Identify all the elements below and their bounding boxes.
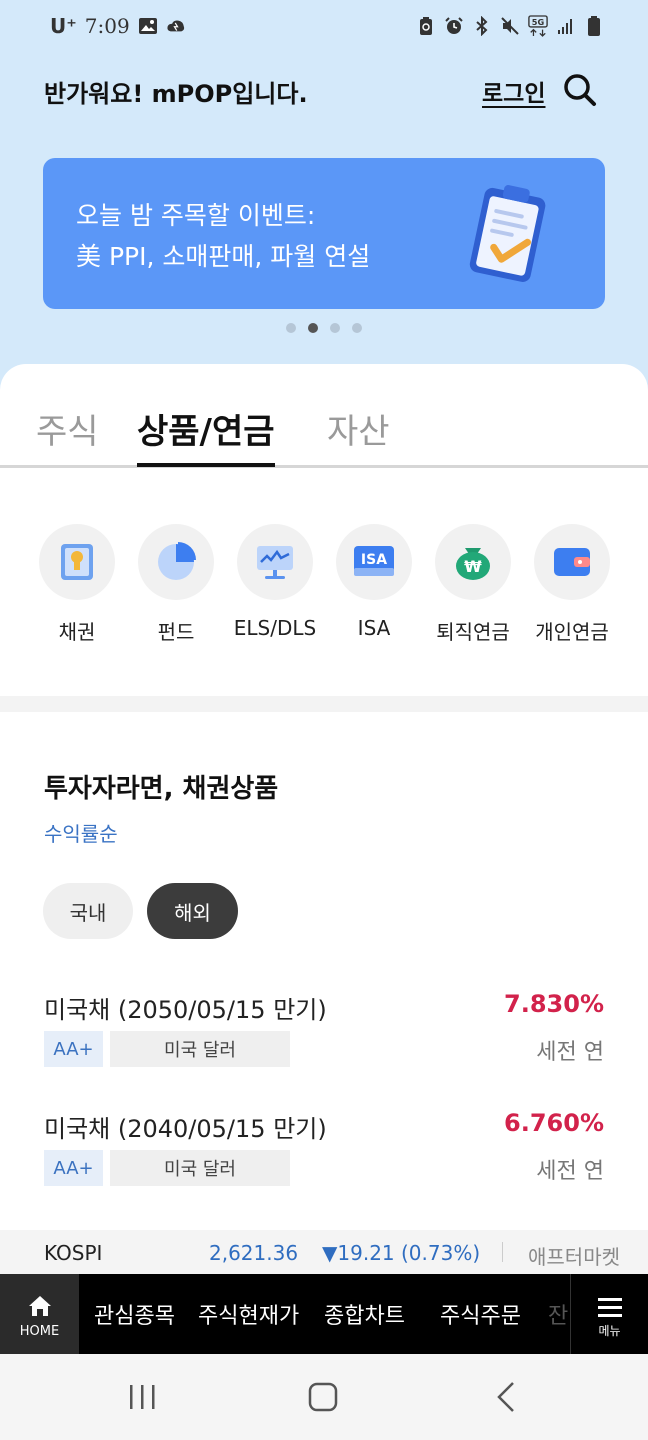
category-label: ISA [357,616,391,640]
alarm-icon [444,14,464,38]
tab-bar: 주식 상품/연금 자산 [0,404,648,468]
svg-text:ISA: ISA [361,552,387,568]
category-personal-pension[interactable]: 개인연금 [522,524,622,645]
index-name: KOSPI [44,1241,103,1265]
bottom-nav: HOME 관심종목 주식현재가 종합차트 주식주문 잔 메뉴 [0,1274,648,1354]
mute-icon [500,14,520,38]
pagination-dot[interactable] [330,323,340,333]
tab-stocks[interactable]: 주식 [36,404,99,466]
nav-stock-quote[interactable]: 주식현재가 [198,1298,299,1330]
nav-chart[interactable]: 종합차트 [324,1298,405,1330]
event-banner[interactable]: 오늘 밤 주목할 이벤트: 美 PPI, 소매판매, 파월 연설 [43,158,605,309]
nav-stock-order[interactable]: 주식주문 [440,1298,521,1330]
home-system-icon[interactable] [302,1379,342,1415]
credit-grade-badge: AA+ [44,1150,103,1186]
content-sheet: 주식 상품/연금 자산 채권 펀드 ELS/DLS ISA ISA ₩ 퇴직연금… [0,364,648,1230]
back-icon[interactable] [487,1379,527,1415]
category-label: 퇴직연금 [436,620,510,644]
bond-rate: 7.830% [504,990,604,1018]
login-link[interactable]: 로그인 [482,74,545,108]
category-label: 채권 [58,620,96,644]
category-label: 펀드 [157,620,195,644]
section-divider [0,696,648,712]
section-title: 투자자라면, 채권상품 [44,774,279,804]
system-navigation-bar [0,1354,648,1440]
ticker-separator [502,1242,503,1262]
category-els-dls[interactable]: ELS/DLS [225,524,325,640]
nav-watchlist[interactable]: 관심종목 [94,1298,175,1330]
gallery-icon [138,14,158,38]
retirement-pension-icon: ₩ [435,524,511,600]
carrier-label: U⁺ [50,14,77,38]
bond-list-item[interactable]: 미국채 (2050/05/15 만기) 7.830% AA+ 미국 달러 세전 … [44,990,604,1070]
tab-assets[interactable]: 자산 [327,404,390,466]
banner-pagination [286,323,362,333]
category-shortcuts: 채권 펀드 ELS/DLS ISA ISA ₩ 퇴직연금 개인연금 [0,524,648,644]
bluetooth-icon [472,14,492,38]
bond-list-item[interactable]: 미국채 (2040/05/15 만기) 6.760% AA+ 미국 달러 세전 … [44,1109,604,1189]
credit-grade-badge: AA+ [44,1031,103,1067]
bond-name: 미국채 (2050/05/15 만기) [44,996,327,1024]
rate-basis-label: 세전 연 [536,1159,604,1184]
bond-rate: 6.760% [504,1109,604,1137]
currency-badge: 미국 달러 [110,1031,290,1067]
recent-apps-icon[interactable] [123,1379,163,1415]
tab-products-pension[interactable]: 상품/연금 [137,404,275,467]
category-label: ELS/DLS [233,616,317,640]
currency-badge: 미국 달러 [110,1150,290,1186]
chip-domestic[interactable]: 국내 [43,883,133,939]
index-change: ▼19.21 (0.73%) [322,1241,481,1265]
hamburger-icon [597,1298,622,1317]
bond-name: 미국채 (2040/05/15 만기) [44,1115,327,1143]
isa-icon: ISA [336,524,412,600]
home-label: HOME [19,1324,60,1339]
category-retirement-pension[interactable]: ₩ 퇴직연금 [423,524,523,645]
bond-icon [39,524,115,600]
signal-icon [556,14,576,38]
menu-button[interactable]: 메뉴 [570,1274,648,1354]
battery-icon [584,14,604,38]
index-ticker[interactable]: KOSPI 2,621.36 ▼19.21 (0.73%) 애프터마켓 [0,1230,648,1274]
greeting-title: 반가워요! mPOP입니다. [44,80,308,108]
banner-line2: 美 PPI, 소매판매, 파월 연설 [76,242,371,271]
personal-pension-wallet-icon [534,524,610,600]
category-label: 개인연금 [535,620,609,644]
clipboard-check-icon [463,178,553,288]
sort-toggle[interactable]: 수익률순 [44,818,118,847]
fund-pie-icon [138,524,214,600]
banner-line1: 오늘 밤 주목할 이벤트: [76,201,316,230]
category-fund[interactable]: 펀드 [126,524,226,645]
pagination-dot[interactable] [352,323,362,333]
nav-more-faded[interactable]: 잔 [548,1298,568,1330]
5g-icon: 5G [528,14,548,38]
pagination-dot[interactable] [286,323,296,333]
home-button[interactable]: HOME [0,1274,79,1354]
battery-saver-icon [416,14,436,38]
clock: 7:09 [84,14,130,38]
category-isa[interactable]: ISA ISA [324,524,424,640]
pagination-dot-active[interactable] [308,323,318,333]
rate-basis-label: 세전 연 [536,1040,604,1065]
els-chart-icon [237,524,313,600]
search-icon[interactable] [562,72,598,108]
index-value: 2,621.36 [209,1241,299,1265]
category-bond[interactable]: 채권 [27,524,127,645]
svg-text:₩: ₩ [464,557,482,576]
menu-label: 메뉴 [598,1324,621,1338]
cloud-icon [166,14,186,38]
home-icon [28,1296,51,1316]
after-market-label: 애프터마켓 [528,1245,620,1269]
svg-text:5G: 5G [532,17,545,27]
status-bar: U⁺ 7:09 5G [0,0,648,56]
chip-overseas[interactable]: 해외 [147,883,238,939]
